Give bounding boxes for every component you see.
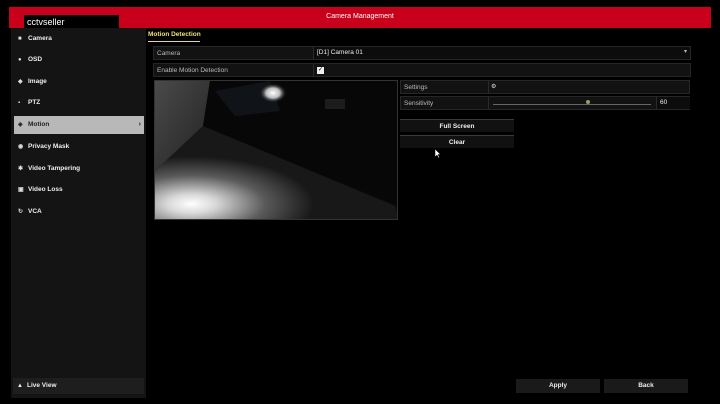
enable-motion-cell [313,64,690,76]
sidebar-item-label: Camera [28,35,52,42]
sidebar-item-label: Privacy Mask [28,143,70,150]
sidebar-item-label: OSD [28,56,43,63]
sidebar-item-privacy-mask[interactable]: ◉ Privacy Mask [14,138,144,156]
sidebar-item-vca[interactable]: ↻ VCA [14,203,144,221]
camera-select[interactable]: [D1] Camera 01 ▾ [313,47,690,59]
sensitivity-value-field[interactable]: 60 [656,97,690,109]
sidebar-item-label: Motion [28,121,50,128]
sidebar-item-ptz[interactable]: ▪ PTZ [14,94,144,112]
sidebar-item-label: Video Loss [28,186,63,193]
clear-button[interactable]: Clear [400,135,514,148]
enable-motion-label: Enable Motion Detection [157,67,228,74]
sidebar-item-video-loss[interactable]: ▣ Video Loss [14,181,144,199]
mouse-cursor-icon [435,149,441,158]
osd-icon: ● [18,57,22,63]
motion-icon: ◈ [18,122,23,128]
settings-label: Settings [404,84,428,91]
sidebar-item-label: Video Tampering [28,165,81,172]
slider-thumb[interactable] [585,100,590,104]
live-view-button[interactable]: ▲ Live View [13,378,144,394]
live-view-label: Live View [27,382,57,389]
sensitivity-label: Sensitivity [404,100,434,107]
settings-gear-icon[interactable]: ⚙ [491,83,496,90]
sidebar-item-camera[interactable]: ■ Camera [14,30,144,48]
sidebar-item-label: PTZ [28,99,41,106]
chevron-down-icon: ▾ [683,49,687,55]
sidebar-item-label: Image [28,78,47,85]
sidebar-item-image[interactable]: ◆ Image [14,73,144,91]
back-button[interactable]: Back [604,379,688,393]
video-tampering-icon: ✱ [18,166,24,172]
enable-motion-checkbox[interactable]: ✓ [317,67,324,74]
sidebar-item-motion[interactable]: ◈ Motion › [14,116,144,134]
image-icon: ◆ [18,79,23,85]
sidebar-item-label: VCA [28,208,42,215]
tab-underline [148,41,200,42]
ptz-icon: ▪ [18,100,21,106]
camera-select-value: [D1] Camera 01 [317,49,363,56]
home-icon: ▲ [17,383,23,389]
camera-preview[interactable] [154,80,398,220]
privacy-mask-icon: ◉ [18,144,24,150]
full-screen-button[interactable]: Full Screen [400,119,514,132]
chevron-right-icon: › [138,121,141,128]
slider-track [493,104,651,105]
tab-motion-detection[interactable]: Motion Detection [148,31,201,38]
camera-label: Camera [157,50,181,57]
apply-button[interactable]: Apply [516,379,600,393]
checkmark-icon: ✓ [317,67,324,73]
sidebar: ■ Camera ● OSD ◆ Image ▪ PTZ ◈ Motion › … [11,28,146,398]
sidebar-item-video-tampering[interactable]: ✱ Video Tampering [14,160,144,178]
video-loss-icon: ▣ [18,187,24,193]
camera-feed-image [155,81,397,219]
sidebar-item-osd[interactable]: ● OSD [14,51,144,69]
settings-cell [488,81,690,93]
sensitivity-slider[interactable] [488,97,654,109]
camera-icon: ■ [18,36,22,42]
vca-icon: ↻ [18,209,24,215]
